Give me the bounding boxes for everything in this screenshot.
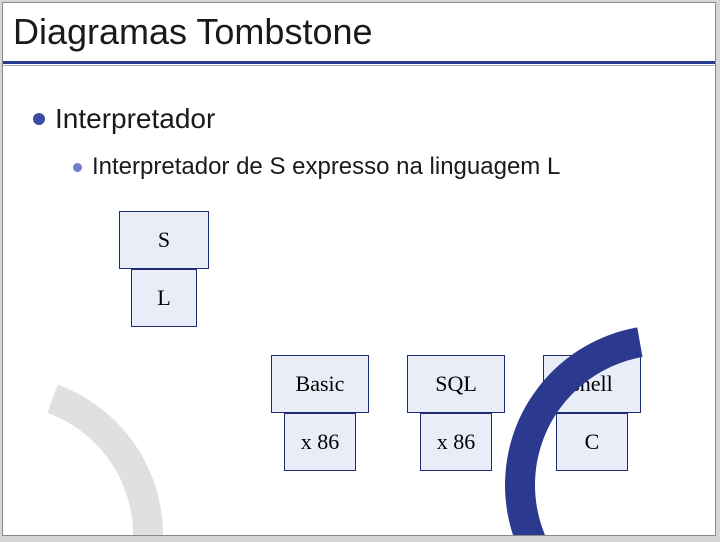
bullet-icon <box>33 113 45 125</box>
bullet-level2: Interpretador de S expresso na linguagem… <box>73 153 560 181</box>
bullet-icon <box>73 163 82 172</box>
example-top-box: Basic <box>271 355 369 413</box>
generic-bottom-box: L <box>131 269 197 327</box>
slide: Diagramas Tombstone Interpretador Interp… <box>2 2 716 536</box>
slide-title: Diagramas Tombstone <box>13 11 373 53</box>
example-bottom-box: x 86 <box>284 413 356 471</box>
bullet-level2-text: Interpretador de S expresso na linguagem… <box>92 153 560 181</box>
bullet-level1-text: Interpretador <box>55 103 215 135</box>
generic-top-box: S <box>119 211 209 269</box>
bullet-level1: Interpretador <box>33 103 215 135</box>
example-top-box: SQL <box>407 355 505 413</box>
title-rule-thick <box>3 61 715 64</box>
example-bottom-box: x 86 <box>420 413 492 471</box>
decorative-arc-left <box>2 322 216 536</box>
title-rule-thin <box>3 65 715 66</box>
